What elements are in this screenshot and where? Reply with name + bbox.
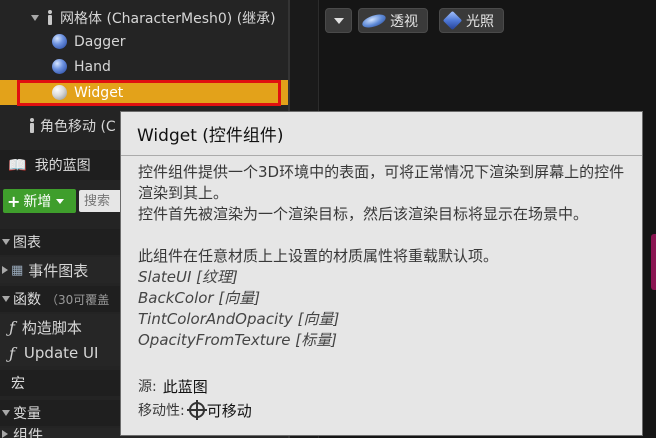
expand-arrow-icon xyxy=(2,239,10,245)
expand-arrow-icon xyxy=(2,430,8,438)
item-label: 组件 xyxy=(13,428,44,438)
tooltip-divider xyxy=(121,155,642,156)
tree-item-label: Dagger xyxy=(74,33,126,50)
tree-item-label: 网格体 (CharacterMesh0) (继承) xyxy=(60,10,276,27)
viewport-edge-shape xyxy=(651,234,656,290)
item-label: 事件图表 xyxy=(28,261,89,280)
sphere-icon xyxy=(52,59,67,74)
tooltip-param: TintColorAndOpacity [向量] xyxy=(138,310,340,328)
lit-label: 光照 xyxy=(466,13,494,30)
tooltip-mobility-row: 移动性: 可移动 xyxy=(138,399,252,421)
tooltip-title: Widget (控件组件) xyxy=(137,126,284,146)
section-label: 变量 xyxy=(13,406,41,422)
tree-row-mesh[interactable]: 网格体 (CharacterMesh0) (继承) xyxy=(0,5,288,30)
lit-button[interactable]: 光照 xyxy=(439,8,504,33)
chevron-down-icon xyxy=(333,17,344,24)
tooltip-desc-3: 此组件在任意材质上上设置的材质属性将重载默认项。 xyxy=(138,247,499,265)
tree-row-dagger[interactable]: Dagger xyxy=(0,29,288,54)
add-new-label: 新增 xyxy=(23,194,52,210)
mobility-value: 可移动 xyxy=(206,401,252,420)
item-label: Update UI xyxy=(23,344,99,362)
add-new-button[interactable]: + 新增 xyxy=(3,189,76,213)
move-arrows-icon xyxy=(186,400,207,420)
source-label: 源: xyxy=(138,379,157,395)
expand-arrow-icon[interactable] xyxy=(31,14,39,21)
expand-arrow-icon xyxy=(2,296,10,302)
function-icon: ƒ xyxy=(9,317,15,337)
event-graph-icon: ▦ xyxy=(11,262,24,278)
tree-item-label: Hand xyxy=(74,58,111,75)
expand-arrow-icon xyxy=(2,410,10,416)
tooltip-desc-1: 控件组件提供一个3D环境中的表面，可将正常情况下渲染到屏幕上的控件渲染到其上。 xyxy=(138,163,625,202)
my-blueprint-title: 我的蓝图 xyxy=(34,158,91,174)
tooltip-param: SlateUI [纹理] xyxy=(138,268,238,286)
section-label: 宏 xyxy=(11,376,25,392)
section-label: 函数 xyxy=(13,292,41,308)
expand-arrow-icon xyxy=(2,266,8,274)
plus-icon: + xyxy=(7,191,21,211)
tooltip-body: 控件组件提供一个3D环境中的表面，可将正常情况下渲染到屏幕上的控件渲染到其上。 … xyxy=(138,162,638,351)
section-label: 图表 xyxy=(13,235,41,251)
tree-item-label: Widget xyxy=(74,84,124,101)
widget-tooltip: Widget (控件组件) 控件组件提供一个3D环境中的表面，可将正常情况下渲染… xyxy=(120,111,643,436)
mobility-label: 移动性: xyxy=(138,403,185,419)
movement-icon xyxy=(27,117,37,134)
tooltip-param: BackColor [向量] xyxy=(138,289,261,307)
tree-row-hand[interactable]: Hand xyxy=(0,54,288,79)
tree-item-label: 角色移动 (C xyxy=(40,118,116,135)
widget-sphere-icon xyxy=(52,85,67,100)
viewport-options-dropdown[interactable] xyxy=(325,8,352,33)
lit-cube-icon xyxy=(442,10,463,31)
tooltip-source-row: 源: 此蓝图 xyxy=(138,375,208,397)
tree-row-widget[interactable]: Widget xyxy=(0,80,288,105)
blueprint-book-icon: 📖 xyxy=(8,156,27,174)
tooltip-spacer xyxy=(138,225,638,246)
source-value: 此蓝图 xyxy=(162,377,208,396)
tooltip-param: OpacityFromTexture [标量] xyxy=(138,331,337,349)
tooltip-desc-2: 控件首先被渲染为一个渲染目标，然后该渲染目标将显示在场景中。 xyxy=(138,205,589,223)
chevron-down-icon xyxy=(56,198,65,204)
perspective-icon xyxy=(361,11,387,30)
functions-count: （30可覆盖 xyxy=(46,292,110,307)
perspective-label: 透视 xyxy=(390,13,418,30)
function-icon: ƒ xyxy=(9,343,15,363)
mesh-icon xyxy=(45,9,55,26)
perspective-button[interactable]: 透视 xyxy=(358,8,428,33)
item-label: 构造脚本 xyxy=(21,318,82,337)
sphere-icon xyxy=(52,34,67,49)
